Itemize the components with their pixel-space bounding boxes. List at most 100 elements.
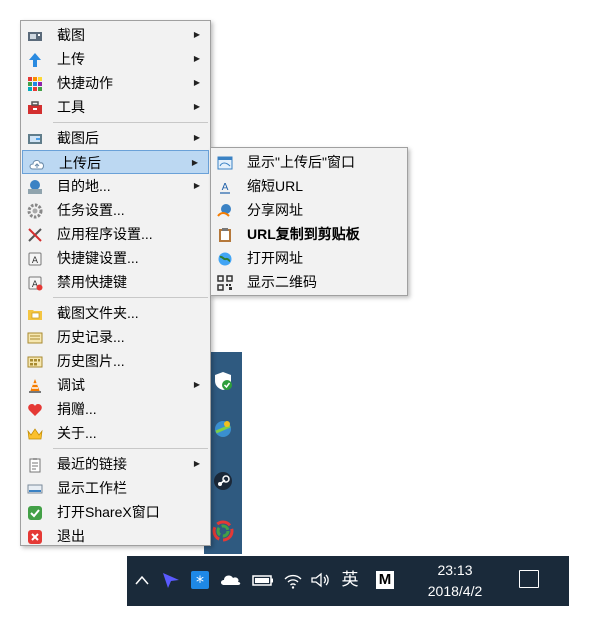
menu-item-task-settings[interactable]: 任务设置... — [21, 198, 210, 222]
menu-item-label: 应用程序设置... — [57, 226, 153, 242]
asterisk-app-icon[interactable]: * — [189, 568, 211, 592]
window-icon — [217, 154, 233, 170]
menu-item-tools[interactable]: 工具 ▶ — [21, 95, 210, 119]
traffic-cone-icon — [27, 377, 43, 393]
menu-item-label: 打开ShareX窗口 — [57, 504, 160, 520]
wifi-icon[interactable] — [282, 568, 304, 592]
menu-item-label: 调试 — [57, 377, 85, 393]
svg-text:A: A — [32, 256, 39, 266]
menu-item-after-upload[interactable]: 上传后 ▶ — [22, 150, 209, 174]
submenu-item-label: 显示二维码 — [247, 274, 317, 290]
show-hidden-icons-chevron-icon[interactable] — [131, 568, 153, 592]
menu-item-hotkey-settings[interactable]: A 快捷键设置... — [21, 246, 210, 270]
clock-time: 23:13 — [437, 562, 473, 578]
network-app-icon[interactable] — [212, 418, 234, 440]
menu-item-donate[interactable]: 捐赠... — [21, 397, 210, 421]
clipboard-icon — [217, 226, 233, 242]
cloud-upload-icon — [29, 155, 45, 171]
after-capture-icon — [27, 130, 43, 146]
menu-item-about[interactable]: 关于... — [21, 421, 210, 445]
menu-item-open-sharex[interactable]: 打开ShareX窗口 — [21, 500, 210, 524]
onedrive-cloud-icon[interactable] — [219, 568, 241, 592]
menu-item-label: 工具 — [57, 99, 85, 115]
menu-item-disable-hotkeys[interactable]: A 禁用快捷键 — [21, 270, 210, 294]
submenu-arrow-icon: ▶ — [193, 181, 200, 190]
battery-icon[interactable] — [251, 568, 273, 592]
defender-shield-icon[interactable] — [212, 370, 234, 392]
destination-icon — [27, 178, 43, 194]
image-history-icon — [27, 353, 43, 369]
toolbox-icon — [27, 99, 43, 115]
menu-item-history[interactable]: 历史记录... — [21, 325, 210, 349]
clock[interactable]: 23:13 2018/4/2 — [415, 560, 495, 602]
menu-item-after-capture[interactable]: 截图后 ▶ — [21, 126, 210, 150]
menu-item-label: 显示工作栏 — [57, 480, 127, 496]
menu-separator — [53, 448, 208, 449]
menu-item-recent-links[interactable]: 最近的链接 ▶ — [21, 452, 210, 476]
sharex-tray-icon[interactable] — [212, 520, 234, 542]
menu-item-show-taskbar[interactable]: 显示工作栏 — [21, 476, 210, 500]
menu-item-quick-actions[interactable]: 快捷动作 ▶ — [21, 71, 210, 95]
menu-item-label: 快捷键设置... — [57, 250, 139, 266]
submenu-item-show-qr-code[interactable]: 显示二维码 — [211, 270, 407, 294]
steam-icon[interactable] — [212, 470, 234, 492]
capture-icon — [27, 27, 43, 43]
submenu-arrow-icon: ▶ — [191, 158, 198, 167]
action-center-icon[interactable] — [519, 570, 539, 588]
menu-item-label: 关于... — [57, 425, 97, 441]
menu-item-exit[interactable]: 退出 — [21, 524, 210, 548]
submenu-item-shorten-url[interactable]: A 缩短URL — [211, 174, 407, 198]
menu-item-image-history[interactable]: 历史图片... — [21, 349, 210, 373]
menu-item-app-settings[interactable]: 应用程序设置... — [21, 222, 210, 246]
input-mode-indicator[interactable]: M — [374, 568, 396, 592]
menu-item-label: 截图 — [57, 27, 85, 43]
crown-icon — [27, 425, 43, 441]
submenu-arrow-icon: ▶ — [193, 30, 200, 39]
keyboard-icon: A — [27, 250, 43, 266]
ime-language-indicator[interactable]: 英 — [339, 568, 361, 592]
clipboard-list-icon — [27, 456, 43, 473]
volume-icon[interactable] — [309, 568, 331, 592]
clock-date: 2018/4/2 — [427, 583, 483, 599]
submenu-item-share-url[interactable]: 分享网址 — [211, 198, 407, 222]
menu-item-capture[interactable]: 截图 ▶ — [21, 23, 210, 47]
menu-item-debug[interactable]: 调试 ▶ — [21, 373, 210, 397]
menu-item-label: 快捷动作 — [57, 75, 113, 91]
menu-separator — [53, 297, 208, 298]
folder-icon — [27, 305, 43, 321]
menu-item-label: 截图文件夹... — [57, 305, 139, 321]
menu-item-label: 禁用快捷键 — [57, 274, 127, 290]
pointer-app-icon[interactable] — [160, 568, 182, 592]
submenu-item-label: 显示"上传后"窗口 — [247, 154, 355, 170]
menu-item-label: 捐赠... — [57, 401, 97, 417]
menu-item-label: 截图后 — [57, 130, 99, 146]
menu-item-upload[interactable]: 上传 ▶ — [21, 47, 210, 71]
check-icon — [27, 504, 43, 520]
input-mode-label: M — [376, 571, 394, 589]
menu-item-label: 历史图片... — [57, 353, 125, 369]
submenu-arrow-icon: ▶ — [193, 133, 200, 142]
submenu-item-label: 缩短URL — [247, 178, 304, 194]
submenu-arrow-icon: ▶ — [193, 380, 200, 389]
tools-icon — [27, 226, 43, 242]
svg-text:*: * — [196, 572, 204, 591]
keyboard-disabled-icon: A — [27, 274, 43, 291]
share-url-icon — [217, 202, 233, 218]
submenu-item-label: 打开网址 — [247, 250, 303, 266]
submenu-item-open-url[interactable]: 打开网址 — [211, 246, 407, 270]
menu-item-label: 退出 — [57, 528, 85, 544]
qr-code-icon — [217, 274, 233, 291]
menu-item-screenshots-folder[interactable]: 截图文件夹... — [21, 301, 210, 325]
submenu-item-show-after-upload-window[interactable]: 显示"上传后"窗口 — [211, 150, 407, 174]
shorten-url-icon: A — [217, 178, 233, 194]
submenu-item-copy-url[interactable]: URL复制到剪贴板 — [211, 222, 407, 246]
menu-item-label: 最近的链接 — [57, 456, 127, 472]
taskbar: * 英 M 23:13 2018/4/2 — [127, 556, 569, 606]
upload-arrow-icon — [27, 51, 43, 67]
menu-item-destinations[interactable]: 目的地... ▶ — [21, 174, 210, 198]
grid-actions-icon — [27, 75, 43, 91]
menu-item-label: 目的地... — [57, 178, 111, 194]
heart-icon — [27, 401, 43, 417]
after-upload-submenu: 显示"上传后"窗口 A 缩短URL 分享网址 URL复制到剪贴板 打开网址 显示… — [210, 147, 408, 296]
submenu-item-label: URL复制到剪贴板 — [247, 226, 360, 242]
